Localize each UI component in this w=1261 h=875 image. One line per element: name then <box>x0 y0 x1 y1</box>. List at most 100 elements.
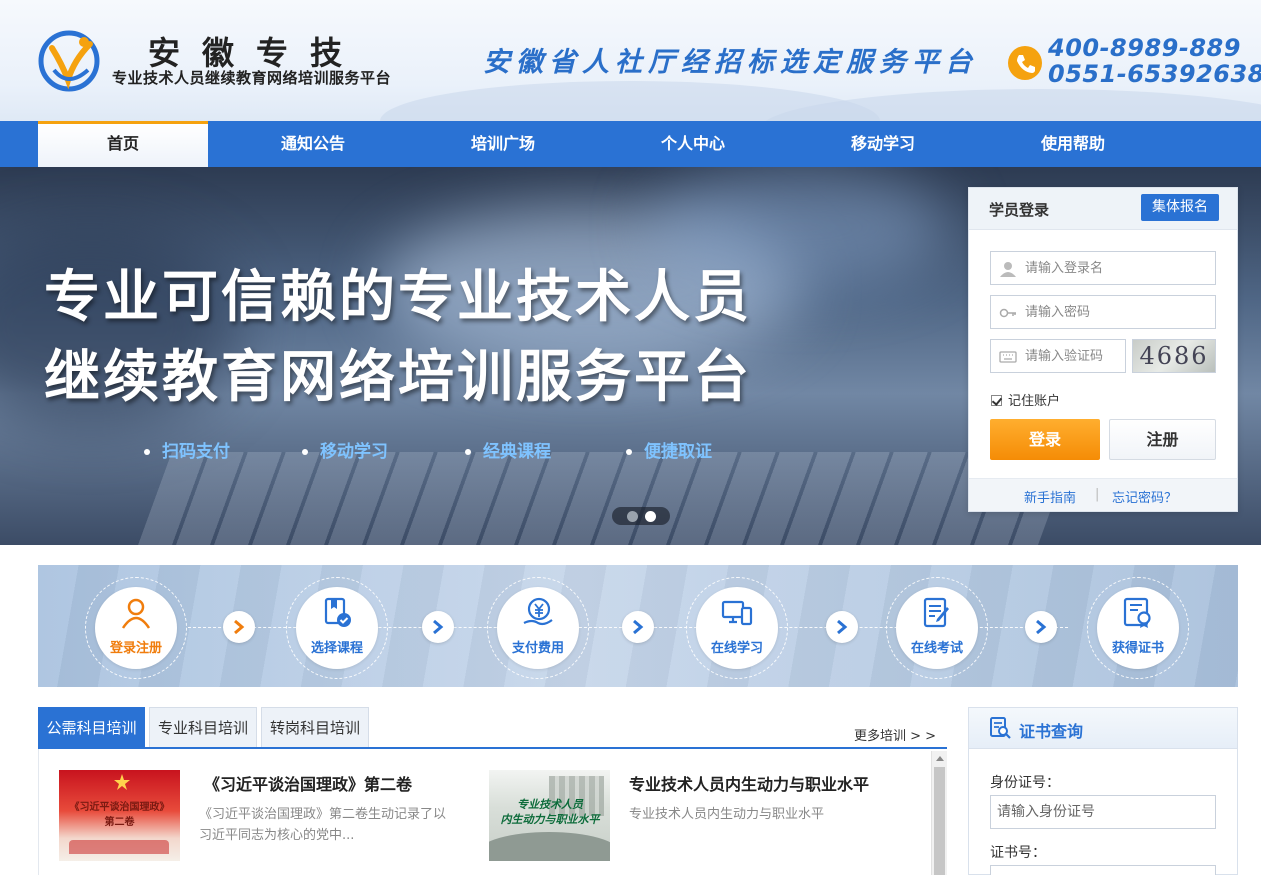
certificate-number-label: 证书号： <box>990 845 1046 861</box>
slider-pagination <box>612 507 670 525</box>
payment-icon <box>523 597 553 626</box>
step-select-course[interactable]: 选择课程 <box>286 577 388 679</box>
login-panel: 学员登录 集体报名 4686 记住账户 登录 注册 新手指南 | 忘记密码？ <box>968 187 1238 512</box>
captcha-field[interactable] <box>990 339 1126 373</box>
banner-keyboard-decoration <box>128 452 1072 545</box>
step-pay-fees[interactable]: 支付费用 <box>487 577 589 679</box>
thumbnail-decoration <box>489 832 610 861</box>
step-online-exam[interactable]: 在线考试 <box>886 577 988 679</box>
step-label: 在线学习 <box>710 641 763 656</box>
bullet-icon <box>302 449 308 455</box>
banner-feature-courses: 经典课程 <box>465 437 551 462</box>
step-login-register[interactable]: 登录注册 <box>85 577 187 679</box>
course-thumbnail[interactable]: 专业技术人员 内生动力与职业水平 <box>489 770 610 861</box>
tab-transfer-courses[interactable]: 转岗科目培训 <box>261 707 369 747</box>
arrow-right-icon <box>1025 611 1057 643</box>
arrow-right-icon <box>826 611 858 643</box>
phone-number: 0551-65392638 <box>1048 60 1261 88</box>
password-input[interactable] <box>1025 296 1210 328</box>
certificate-search-icon <box>990 717 1011 739</box>
scroll-up-icon[interactable] <box>936 756 944 761</box>
course-title[interactable]: 专业技术人员内生动力与职业水平 <box>629 771 869 795</box>
banner-feature-certificate: 便捷取证 <box>626 437 712 462</box>
star-icon <box>114 774 130 790</box>
user-icon <box>121 598 151 629</box>
thumbnail-decoration <box>69 840 169 854</box>
nav-item-help[interactable]: 使用帮助 <box>988 121 1158 167</box>
feature-label: 扫码支付 <box>162 442 230 462</box>
tab-public-courses[interactable]: 公需科目培训 <box>38 707 145 747</box>
step-circle: 获得证书 <box>1097 587 1179 669</box>
more-training-link[interactable]: 更多培训 > > <box>854 725 936 744</box>
certificate-icon <box>1123 597 1151 628</box>
certificate-query-title: 证书查询 <box>1019 722 1084 741</box>
username-input[interactable] <box>1025 252 1210 284</box>
step-online-learning[interactable]: 在线学习 <box>686 577 788 679</box>
arrow-right-icon <box>223 611 255 643</box>
register-button[interactable]: 注册 <box>1109 419 1216 460</box>
step-circle: 选择课程 <box>296 587 378 669</box>
devices-icon <box>721 600 753 626</box>
nav-item-notices[interactable]: 通知公告 <box>228 121 398 167</box>
key-icon <box>999 308 1016 318</box>
id-number-input[interactable] <box>990 795 1216 829</box>
remember-account-checkbox[interactable]: 记住账户 <box>991 390 1060 409</box>
nav-item-personal-center[interactable]: 个人中心 <box>608 121 778 167</box>
site-header: 安徽专技 专业技术人员继续教育网络培训服务平台 安徽省人社厅经招标选定服务平台 … <box>0 0 1261 121</box>
feature-label: 便捷取证 <box>644 442 712 462</box>
id-number-label: 身份证号： <box>990 775 1060 791</box>
slider-dot-1[interactable] <box>627 511 638 522</box>
nav-item-training-square[interactable]: 培训广场 <box>418 121 588 167</box>
process-steps: 登录注册 选择课程 支付费用 在线学习 在线考试 获得证书 <box>38 565 1238 687</box>
course-title[interactable]: 《习近平谈治国理政》第二卷 <box>204 771 412 795</box>
step-label: 在线考试 <box>910 641 963 656</box>
course-list-scrollbar[interactable] <box>931 751 947 875</box>
forgot-password-link[interactable]: 忘记密码？ <box>1112 487 1177 506</box>
thumbnail-text: 内生动力与职业水平 <box>500 813 600 826</box>
thumbnail-text: 专业技术人员 <box>517 798 583 811</box>
step-label: 选择课程 <box>310 641 363 656</box>
book-check-icon <box>324 597 351 627</box>
feature-label: 经典课程 <box>483 442 551 462</box>
slider-dot-2[interactable] <box>645 511 656 522</box>
logo-subtitle: 专业技术人员继续教育网络培训服务平台 <box>112 69 392 87</box>
password-field[interactable] <box>990 295 1216 329</box>
login-footer: 新手指南 | 忘记密码？ <box>969 478 1237 511</box>
captcha-input[interactable] <box>1025 340 1123 372</box>
keyboard-icon <box>999 351 1017 363</box>
beginner-guide-link[interactable]: 新手指南 <box>1024 487 1076 506</box>
username-field[interactable] <box>990 251 1216 285</box>
feature-label: 移动学习 <box>320 442 388 462</box>
link-separator: | <box>1095 487 1100 502</box>
scroll-thumb[interactable] <box>934 767 945 875</box>
tab-professional-courses[interactable]: 专业科目培训 <box>149 707 257 747</box>
bullet-icon <box>465 449 471 455</box>
bullet-icon <box>144 449 150 455</box>
certificate-query-panel: 证书查询 身份证号： 证书号： <box>968 707 1238 875</box>
training-tabs: 公需科目培训 专业科目培训 转岗科目培训 <box>38 707 947 749</box>
step-label: 支付费用 <box>511 641 564 656</box>
step-circle: 支付费用 <box>497 587 579 669</box>
banner-feature-mobile: 移动学习 <box>302 437 388 462</box>
course-thumbnail[interactable]: 《习近平谈治国理政》 第二卷 <box>59 770 180 861</box>
nav-item-home[interactable]: 首页 <box>38 121 208 167</box>
thumbnail-text: 《习近平谈治国理政》 <box>69 802 170 813</box>
arrow-right-icon <box>422 611 454 643</box>
exam-icon <box>923 597 949 628</box>
nav-item-mobile-learning[interactable]: 移动学习 <box>798 121 968 167</box>
login-header: 学员登录 集体报名 <box>969 188 1237 230</box>
checkbox-icon[interactable] <box>991 395 1002 406</box>
certificate-number-input[interactable] <box>990 865 1216 875</box>
header-slogan: 安徽省人社厅经招标选定服务平台 <box>483 47 978 78</box>
main-nav: 首页 通知公告 培训广场 个人中心 移动学习 使用帮助 <box>0 121 1261 167</box>
captcha-image[interactable]: 4686 <box>1132 339 1216 373</box>
banner-headline-2: 继续教育网络培训服务平台 <box>44 345 752 410</box>
login-button[interactable]: 登录 <box>990 419 1100 460</box>
step-circle: 在线考试 <box>896 587 978 669</box>
certificate-query-header: 证书查询 <box>969 708 1237 749</box>
site-logo-icon[interactable] <box>38 30 100 92</box>
phone-icon <box>1008 46 1042 80</box>
step-get-certificate[interactable]: 获得证书 <box>1087 577 1189 679</box>
group-signup-button[interactable]: 集体报名 <box>1141 194 1219 221</box>
step-label: 登录注册 <box>109 641 162 656</box>
